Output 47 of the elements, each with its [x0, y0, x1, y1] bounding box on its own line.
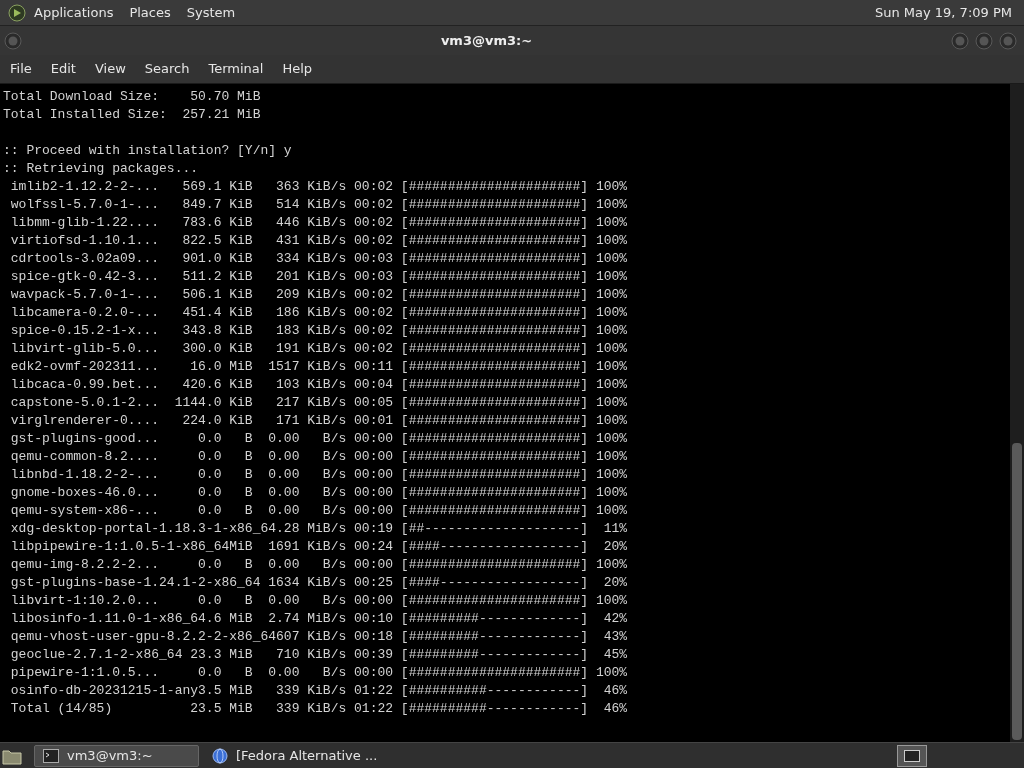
terminal-line: wolfssl-5.7.0-1-... 849.7 KiB 514 KiB/s 00:02 [######################] 100% — [9, 196, 628, 214]
terminal-line: libcaca-0.99.bet... 420.6 KiB 103 KiB/s 00:04 [######################] 100% — [9, 376, 628, 394]
taskbar-button[interactable]: vm3@vm3:~ — [34, 744, 199, 767]
terminal-line: gst-plugins-good... 0.0 B 0.00 B/s 00:00 [######################] 100% — [9, 430, 628, 448]
menu-item[interactable]: Terminal — [208, 59, 264, 79]
terminal-line: geoclue-2.7.1-2-x86_64 23.3 MiB 710 KiB/s 00:39 [#########-------------] 45% — [9, 646, 628, 664]
terminal-line: libpipewire-1:1.0.5-1-x86_64MiB 1691 KiB/s 00:24 [####------------------] 20% — [9, 538, 628, 556]
terminal-line: libosinfo-1.11.0-1-x86_64.6 MiB 2.74 MiB/s 00:10 [#########-------------] 42% — [9, 610, 628, 628]
terminal-line: libmm-glib-1.22.... 783.6 KiB 446 KiB/s 00:02 [######################] 100% — [9, 214, 628, 232]
menu-item[interactable]: Edit — [50, 59, 76, 79]
terminal-line: qemu-system-x86-... 0.0 B 0.00 B/s 00:00 [######################] 100% — [9, 502, 628, 520]
window-title: vm3@vm3:~ — [440, 31, 533, 50]
panel-menu[interactable]: System — [186, 2, 236, 23]
terminal-line: capstone-5.0.1-2... 1144.0 KiB 217 KiB/s 00:05 [######################] 100% — [9, 394, 628, 412]
terminal-line: libcamera-0.2.0-... 451.4 KiB 186 KiB/s 00:02 [######################] 100% — [9, 304, 628, 322]
taskbar-button[interactable]: [Fedora Alternative ... — [203, 744, 388, 767]
terminal-line: virtiofsd-1.10.1... 822.5 KiB 431 KiB/s 00:02 [######################] 100% — [9, 232, 628, 250]
terminal-line: qemu-img-8.2.2-2... 0.0 B 0.00 B/s 00:00 [######################] 100% — [9, 556, 628, 574]
clock[interactable]: Sun May 19, 7:09 PM — [874, 2, 1012, 23]
terminal-line: cdrtools-3.02a09... 901.0 KiB 334 KiB/s 00:03 [######################] 100% — [9, 250, 628, 268]
terminal-line: spice-gtk-0.42-3... 511.2 KiB 201 KiB/s 00:03 [######################] 100% — [9, 268, 628, 286]
terminal-line: xdg-desktop-portal-1.18.3-1-x86_64.28 MiB/s 00:19 [##--------------------] 11% — [9, 520, 628, 538]
terminal-line: osinfo-db-20231215-1-any3.5 MiB 339 KiB/s 01:22 [##########------------] 46% — [9, 682, 628, 700]
terminal-line: qemu-vhost-user-gpu-8.2.2-2-x86_64607 KiB/s 00:18 [#########-------------] 43% — [9, 628, 628, 646]
terminal-line: virglrenderer-0.... 224.0 KiB 171 KiB/s 00:01 [######################] 100% — [9, 412, 628, 430]
terminal-line: libvirt-glib-5.0... 300.0 KiB 191 KiB/s 00:02 [######################] 100% — [9, 340, 628, 358]
terminal-line: pipewire-1:1.0.5... 0.0 B 0.00 B/s 00:00 [######################] 100% — [9, 664, 628, 682]
menu-item[interactable]: Help — [282, 59, 313, 79]
terminal-line: imlib2-1.12.2-2-... 569.1 KiB 363 KiB/s 00:02 [######################] 100% — [9, 178, 628, 196]
menu-item[interactable]: File — [10, 59, 32, 79]
terminal-line: spice-0.15.2-1-x... 343.8 KiB 183 KiB/s 00:02 [######################] 100% — [9, 322, 628, 340]
terminal-line: gnome-boxes-46.0... 0.0 B 0.00 B/s 00:00 [######################] 100% — [9, 484, 628, 502]
panel-menu[interactable]: Applications — [34, 2, 114, 23]
terminal-line: gst-plugins-base-1.24.1-2-x86_64 1634 KiB/s 00:25 [####------------------] 20% — [9, 574, 628, 592]
terminal-line: Total Download Size: 50.70 MiB — [3, 88, 261, 106]
terminal-line: :: Proceed with installation? [Y/n] y — [3, 142, 292, 160]
terminal-line: edk2-ovmf-202311... 16.0 MiB 1517 KiB/s 00:11 [######################] 100% — [9, 358, 628, 376]
terminal-line: wavpack-5.7.0-1-... 506.1 KiB 209 KiB/s 00:02 [######################] 100% — [9, 286, 628, 304]
terminal-line: Total Installed Size: 257.21 MiB — [3, 106, 261, 124]
menu-item[interactable]: View — [94, 59, 126, 79]
menu-item[interactable]: Search — [144, 59, 190, 79]
terminal-line: :: Retrieving packages... — [3, 160, 199, 178]
terminal-line: libvirt-1:10.2.0... 0.0 B 0.00 B/s 00:00 [######################] 100% — [9, 592, 628, 610]
panel-menu[interactable]: Places — [129, 2, 171, 23]
terminal-line: qemu-common-8.2.... 0.0 B 0.00 B/s 00:00 [######################] 100% — [9, 448, 628, 466]
terminal-line: Total (14/85) 23.5 MiB 339 KiB/s 01:22 [##########------------] 46% — [9, 700, 628, 718]
terminal-line: libnbd-1.18.2-2-... 0.0 B 0.00 B/s 00:00 [######################] 100% — [9, 466, 628, 484]
